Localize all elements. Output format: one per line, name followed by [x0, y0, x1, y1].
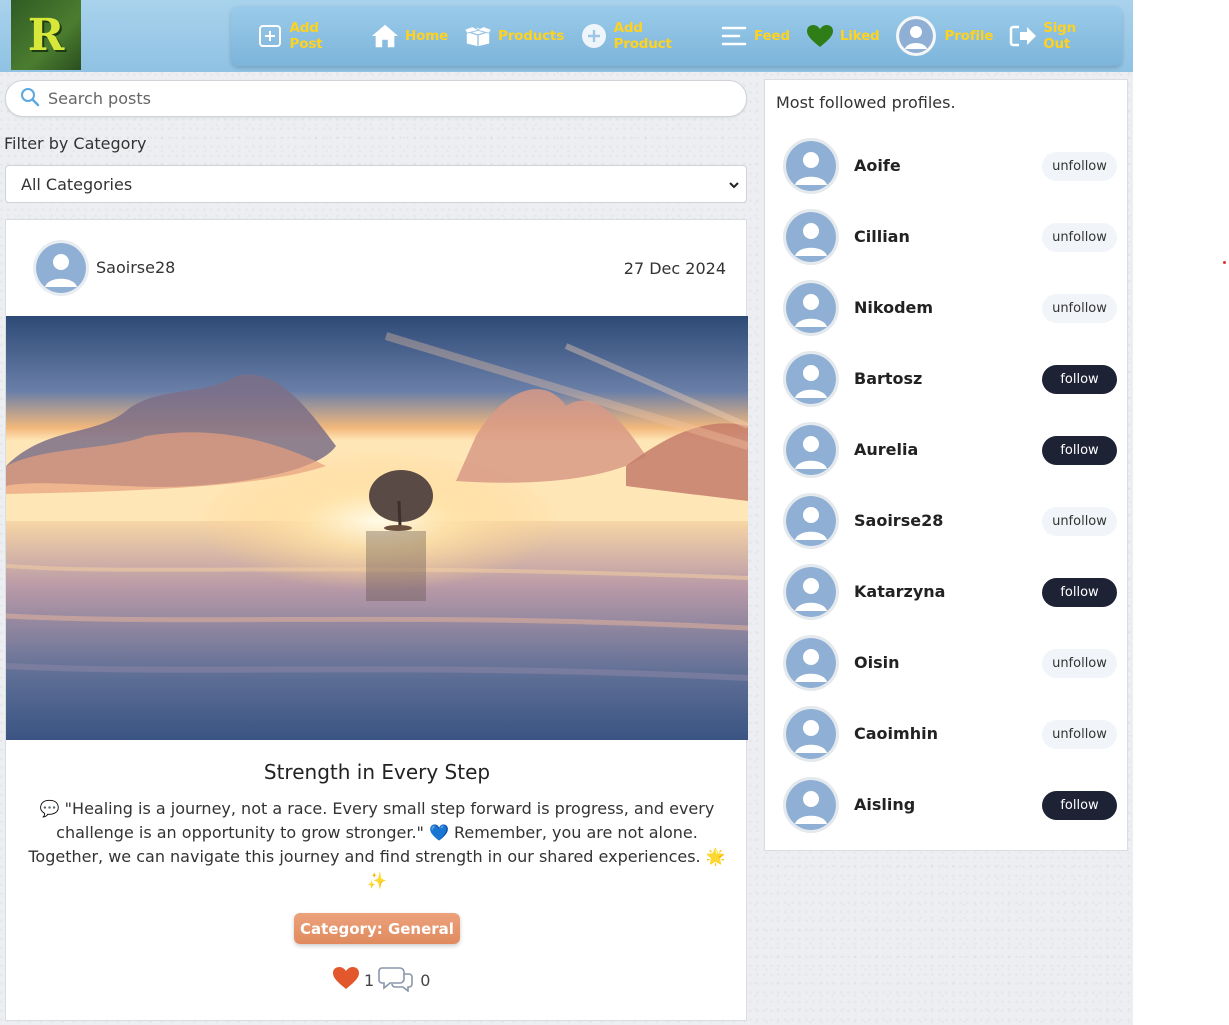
nav-sign-out[interactable]: Sign Out [1009, 6, 1106, 66]
profile-name[interactable]: Aurelia [854, 440, 918, 459]
filter-label: Filter by Category [4, 134, 147, 153]
panel-title: Most followed profiles. [776, 93, 956, 112]
avatar-icon [895, 16, 936, 56]
follow-button[interactable]: follow [1042, 365, 1117, 394]
nav-label: Liked [839, 28, 880, 44]
profile-name[interactable]: Bartosz [854, 369, 922, 388]
list-icon [720, 22, 748, 50]
nav-products[interactable]: Products [464, 6, 564, 66]
nav-label: Add Post [289, 20, 323, 52]
stray-dot [1223, 261, 1226, 264]
nav-label: Feed [753, 28, 790, 44]
heart-icon [806, 22, 834, 50]
nav-liked[interactable]: Liked [806, 6, 880, 66]
search-bar [5, 80, 747, 117]
post-author[interactable]: Saoirse28 [96, 258, 175, 277]
nav-label: Products [498, 28, 565, 44]
logo[interactable]: R [11, 0, 81, 70]
follow-button[interactable]: follow [1042, 578, 1117, 607]
profile-row: Cillian unfollow [765, 202, 1129, 273]
logo-letter: R [27, 9, 65, 61]
nav-label: Sign Out [1043, 20, 1077, 52]
profile-name[interactable]: Aisling [854, 795, 915, 814]
navbar: R Add Post Home Products Add Product Fee… [0, 0, 1133, 72]
nav-menu: Add Post Home Products Add Product Feed … [231, 6, 1122, 66]
profile-name[interactable]: Saoirse28 [854, 511, 943, 530]
profile-row: Oisin unfollow [765, 628, 1129, 699]
avatar[interactable] [783, 493, 839, 549]
profile-row: Saoirse28 unfollow [765, 486, 1129, 557]
nav-label: Home [405, 28, 449, 44]
search-icon [20, 87, 40, 111]
post-title: Strength in Every Step [263, 760, 491, 784]
nav-label: Add Product [613, 20, 672, 52]
plus-circle-icon [580, 22, 608, 50]
profile-row: Bartosz follow [765, 344, 1129, 415]
post-body: 💬 "Healing is a journey, not a race. Eve… [28, 799, 726, 890]
plus-square-icon [256, 22, 284, 50]
nav-label: Profile [944, 28, 994, 44]
profile-name[interactable]: Katarzyna [854, 582, 945, 601]
box-icon [464, 22, 492, 50]
profile-name[interactable]: Aoife [854, 156, 901, 175]
comment-icon[interactable] [378, 964, 414, 996]
sign-out-icon [1009, 22, 1037, 50]
avatar[interactable] [33, 240, 89, 296]
category-badge[interactable]: Category: General [294, 913, 460, 944]
profile-name[interactable]: Cillian [854, 227, 910, 246]
unfollow-button[interactable]: unfollow [1042, 720, 1117, 749]
category-select[interactable]: All Categories [5, 165, 747, 203]
unfollow-button[interactable]: unfollow [1042, 152, 1117, 181]
profile-row: Katarzyna follow [765, 557, 1129, 628]
like-heart-icon[interactable] [332, 966, 360, 994]
category-select-value: All Categories [21, 174, 133, 194]
profile-row: Nikodem unfollow [765, 273, 1129, 344]
nav-feed[interactable]: Feed [720, 6, 790, 66]
profile-name[interactable]: Caoimhin [854, 724, 938, 743]
avatar[interactable] [783, 706, 839, 762]
follow-button[interactable]: follow [1042, 436, 1117, 465]
nav-home[interactable]: Home [371, 6, 448, 66]
post-image [6, 316, 748, 740]
unfollow-button[interactable]: unfollow [1042, 223, 1117, 252]
most-followed-panel: Most followed profiles. Aoife unfollow Cil… [764, 79, 1128, 851]
avatar[interactable] [783, 138, 839, 194]
follow-button[interactable]: follow [1042, 791, 1117, 820]
app-root: R Add Post Home Products Add Product Fee… [0, 0, 1133, 1025]
home-icon [371, 22, 399, 50]
nav-profile[interactable]: Profile [895, 6, 994, 66]
avatar[interactable] [783, 564, 839, 620]
unfollow-button[interactable]: unfollow [1042, 507, 1117, 536]
avatar[interactable] [783, 209, 839, 265]
post-date: 27 Dec 2024 [623, 259, 726, 278]
nav-add-post[interactable]: Add Post [256, 6, 355, 66]
profile-name[interactable]: Nikodem [854, 298, 933, 317]
chevron-down-icon [728, 177, 740, 196]
avatar[interactable] [783, 635, 839, 691]
post-card: Saoirse28 27 Dec 2024 Strength in Every … [5, 219, 748, 1021]
profile-row: Aisling follow [765, 770, 1129, 841]
unfollow-button[interactable]: unfollow [1042, 294, 1117, 323]
avatar[interactable] [783, 351, 839, 407]
profile-row: Caoimhin unfollow [765, 699, 1129, 770]
post-reactions: 1 0 [332, 966, 430, 994]
profile-row: Aurelia follow [765, 415, 1129, 486]
like-count: 1 [364, 970, 375, 990]
profile-row: Aoife unfollow [765, 131, 1129, 202]
nav-add-product[interactable]: Add Product [580, 6, 704, 66]
comment-count: 0 [420, 970, 431, 990]
avatar[interactable] [783, 422, 839, 478]
profile-name[interactable]: Oisin [854, 653, 899, 672]
search-input[interactable] [48, 89, 728, 108]
avatar[interactable] [783, 777, 839, 833]
avatar[interactable] [783, 280, 839, 336]
unfollow-button[interactable]: unfollow [1042, 649, 1117, 678]
